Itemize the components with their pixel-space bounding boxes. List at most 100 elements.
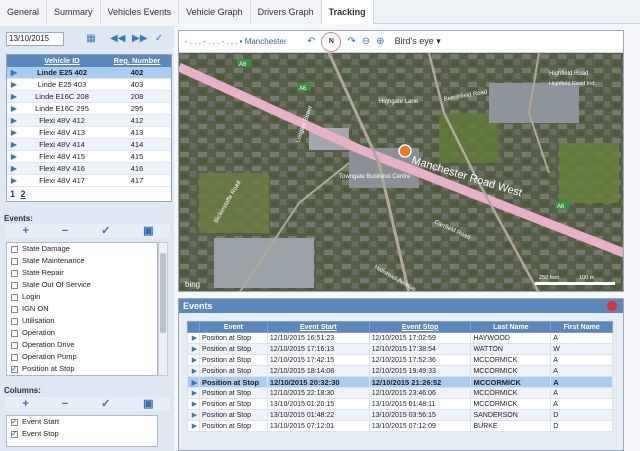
event-cell: Position at Stop	[198, 409, 268, 421]
table-row[interactable]: ▶ Position at Stop 13/10/2015 07:12:01 13/1…	[187, 420, 613, 432]
vehicle-row[interactable]: ▶ Linde E16C 295 295	[7, 103, 171, 115]
rotate-right-icon[interactable]: ↷	[347, 36, 355, 47]
tab-general[interactable]: General	[0, 0, 48, 24]
filter-item[interactable]: Utilisation	[7, 315, 157, 327]
map-label-highfield-road-ind: Highfield Road Ind.	[549, 81, 596, 87]
row-arrow-icon: ▶	[10, 140, 18, 149]
page-link-2[interactable]: 2	[21, 189, 26, 199]
tab-vehicles-events[interactable]: Vehicles Events	[100, 0, 180, 24]
reg-number-cell: 414	[130, 140, 144, 149]
vehicle-row[interactable]: ▶ Flexi 48V 417 417	[7, 175, 171, 187]
filter-item[interactable]: Position at Stop	[7, 363, 157, 375]
column-reg-number[interactable]: Reg. Number	[103, 55, 171, 67]
save-icon[interactable]: ▣	[143, 224, 153, 238]
vehicle-row[interactable]: ▶ Flexi 48V 413 413	[7, 127, 171, 139]
check-all-icon[interactable]: ✓	[101, 224, 110, 238]
checkbox[interactable]	[11, 245, 18, 253]
column-first-name[interactable]: First Name	[550, 321, 613, 333]
map-label-highfield-road: Highfield Road	[549, 71, 588, 77]
table-row[interactable]: ▶ Position at Stop 12/10/2015 18:14:08 12/1…	[187, 365, 613, 377]
scroll-thumb[interactable]	[160, 253, 166, 333]
remove-column-icon[interactable]: −	[62, 397, 68, 411]
location-marker[interactable]	[398, 144, 412, 158]
table-row[interactable]: ▶ Position at Stop 12/10/2015 22:18:30 12/1…	[187, 387, 613, 399]
fast-forward-icon[interactable]: ▶▶	[132, 32, 147, 46]
check-columns-icon[interactable]: ✓	[101, 397, 110, 411]
checkbox[interactable]	[11, 305, 18, 313]
filter-item[interactable]: Event Start	[7, 416, 157, 428]
map-view[interactable]: - . . . - . . . - . . . • Manchester ↶ N…	[178, 30, 624, 292]
vehicle-row[interactable]: ▶ Flexi 48V 415 415	[7, 151, 171, 163]
table-row[interactable]: ▶ Position at Stop 12/10/2015 17:16:13 12/1…	[187, 343, 613, 355]
column-event[interactable]: Event	[198, 321, 268, 333]
vehicle-row[interactable]: ▶ Flexi 48V 414 414	[7, 139, 171, 151]
events-filter-scrollbar[interactable]	[158, 242, 168, 376]
table-row[interactable]: ▶ Position at Stop 13/10/2015 01:20:15 13/1…	[187, 398, 613, 410]
row-arrow-icon: ▶	[187, 420, 200, 432]
checkbox[interactable]	[11, 257, 18, 265]
column-vehicle-id[interactable]: Vehicle ID	[21, 55, 103, 67]
checkbox[interactable]	[11, 329, 18, 337]
rotate-left-icon[interactable]: ↶	[307, 36, 315, 47]
event-cell: Position at Stop	[198, 343, 268, 355]
filter-item[interactable]: Event Stop	[7, 428, 157, 440]
tab-vehicle-graph[interactable]: Vehicle Graph	[179, 0, 251, 24]
events-panel: Events Event Event Start Event Stop Last…	[178, 298, 624, 451]
table-row[interactable]: ▶ Position at Stop 12/10/2015 17:42:15 12/1…	[187, 354, 613, 366]
event-stop-cell: 12/10/2015 23:46:06	[368, 387, 472, 399]
save-columns-icon[interactable]: ▣	[143, 397, 153, 411]
filter-item[interactable]: Login	[7, 291, 157, 303]
close-icon[interactable]	[607, 301, 617, 311]
vehicle-row[interactable]: ▶ Linde E25 402 402	[7, 67, 171, 79]
checkbox[interactable]	[11, 416, 18, 428]
compass-icon[interactable]: N	[321, 31, 342, 52]
reg-number-cell: 295	[130, 104, 144, 113]
filter-item[interactable]: State Out Of Service	[7, 279, 157, 291]
last-name-cell: MCCORMICK	[470, 354, 552, 366]
column-last-name[interactable]: Last Name	[470, 321, 552, 333]
add-column-icon[interactable]: +	[22, 397, 28, 411]
check-icon[interactable]: ✓	[152, 32, 166, 46]
filter-item[interactable]: State Repair	[7, 267, 157, 279]
filter-item[interactable]: IGN ON	[7, 303, 157, 315]
checkbox[interactable]	[11, 317, 18, 325]
checkbox[interactable]	[11, 281, 18, 289]
filter-item[interactable]: Operation Pump	[7, 351, 157, 363]
checkbox[interactable]	[11, 341, 18, 349]
table-row[interactable]: ▶ Position at Stop 13/10/2015 01:48:22 13/1…	[187, 409, 613, 421]
vehicle-id-cell: Linde E16C 208	[35, 92, 89, 101]
filter-item[interactable]: Operation Drive	[7, 339, 157, 351]
date-input[interactable]: 13/10/2015	[6, 32, 64, 46]
checkbox[interactable]	[11, 428, 18, 440]
row-arrow-icon: ▶	[10, 128, 18, 137]
checkbox[interactable]	[11, 353, 18, 361]
table-row[interactable]: ▶ Position at Stop 12/10/2015 20:32:30 12/1…	[187, 376, 613, 388]
calendar-icon[interactable]: ▦	[84, 32, 98, 46]
vehicle-row[interactable]: ▶ Flexi 48V 416 416	[7, 163, 171, 175]
filter-item[interactable]: Operation	[7, 327, 157, 339]
checkbox[interactable]	[11, 363, 18, 375]
vehicle-row[interactable]: ▶ Flexi 48V 412 412	[7, 115, 171, 127]
map-breadcrumb[interactable]: - . . . - . . . - . . . • Manchester	[179, 37, 307, 46]
column-event-start[interactable]: Event Start	[266, 321, 370, 333]
vehicle-row[interactable]: ▶ Linde E25 403 403	[7, 79, 171, 91]
zoom-out-icon[interactable]: ⊖	[362, 36, 370, 47]
tab-tracking[interactable]: Tracking	[321, 0, 374, 24]
filter-item[interactable]: State Maintenance	[7, 255, 157, 267]
column-event-stop[interactable]: Event Stop	[368, 321, 472, 333]
rewind-icon[interactable]: ◀◀	[110, 32, 125, 46]
checkbox[interactable]	[11, 293, 18, 301]
row-arrow-icon: ▶	[10, 152, 18, 161]
table-row[interactable]: ▶ Position at Stop 12/10/2015 16:51:23 12/1…	[187, 332, 613, 344]
zoom-in-icon[interactable]: ⊕	[376, 36, 384, 47]
tab-summary[interactable]: Summary	[47, 0, 101, 24]
filter-item[interactable]: State Damage	[7, 243, 157, 255]
add-icon[interactable]: +	[22, 224, 28, 238]
remove-icon[interactable]: −	[62, 224, 68, 238]
page-link-1[interactable]: 1	[10, 189, 15, 199]
tab-drivers-graph[interactable]: Drivers Graph	[250, 0, 322, 24]
view-mode-dropdown[interactable]: Bird's eye ▾	[395, 36, 441, 47]
checkbox[interactable]	[11, 269, 18, 277]
filter-item-label: Event Stop	[22, 429, 59, 438]
vehicle-row[interactable]: ▶ Linde E16C 208 208	[7, 91, 171, 103]
